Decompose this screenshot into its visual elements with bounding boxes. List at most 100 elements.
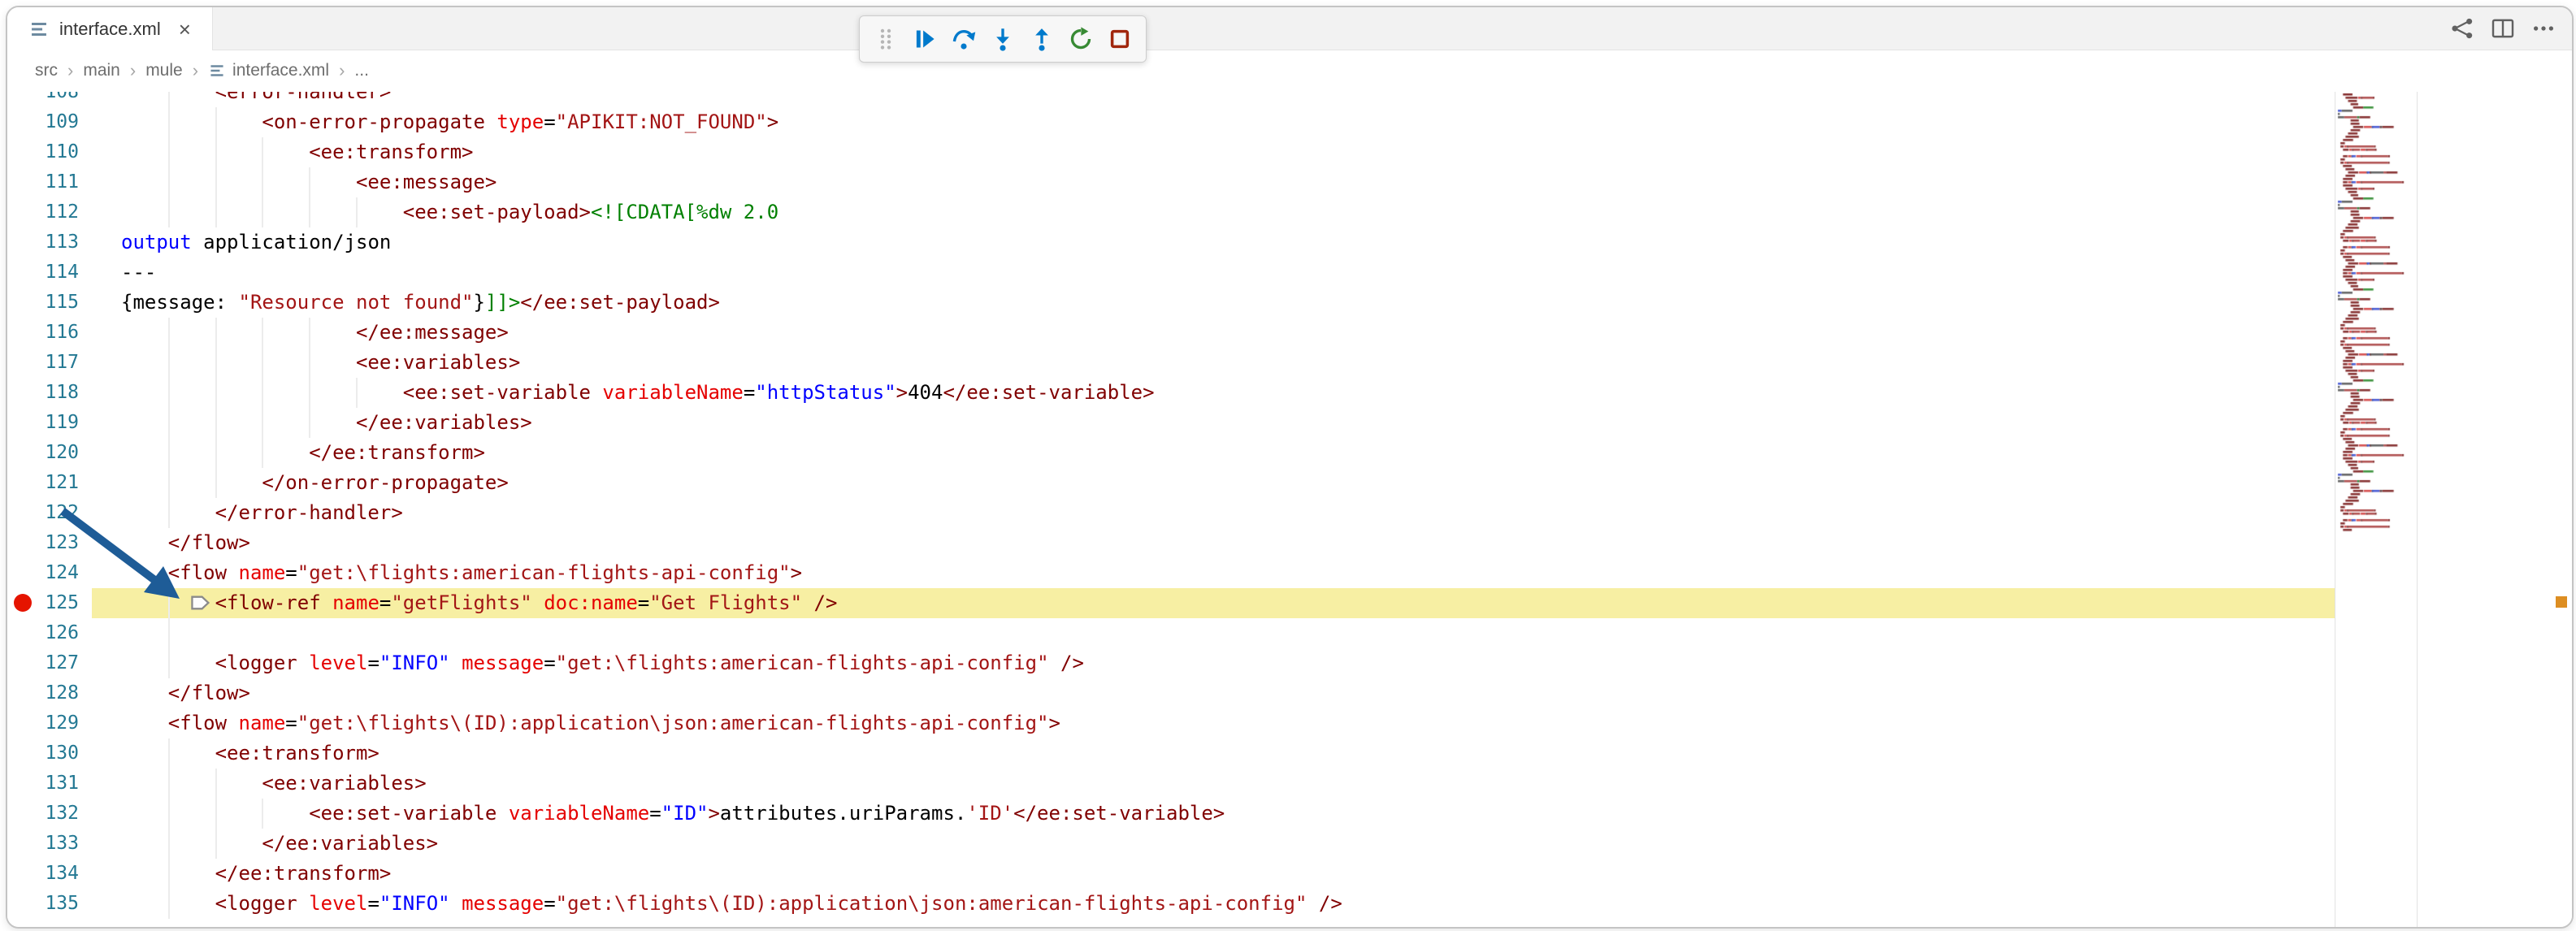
- code-line[interactable]: 129 <flow name="get:\flights\(ID):applic…: [7, 708, 2572, 738]
- line-number[interactable]: 128: [22, 678, 79, 708]
- code-text[interactable]: <ee:message>: [121, 167, 497, 197]
- breadcrumb-item-interface-xml[interactable]: interface.xml: [208, 61, 329, 80]
- code-text[interactable]: <logger level="INFO" message="get:\fligh…: [121, 648, 1084, 678]
- line-number[interactable]: 110: [22, 137, 79, 167]
- code-line[interactable]: 122 </error-handler>: [7, 498, 2572, 528]
- code-text[interactable]: output application/json: [121, 227, 391, 258]
- code-text[interactable]: <flow-ref name="getFlights" doc:name="Ge…: [121, 588, 837, 618]
- code-text[interactable]: </flow>: [121, 528, 250, 558]
- code-line[interactable]: 111 <ee:message>: [7, 167, 2572, 197]
- line-number[interactable]: 112: [22, 197, 79, 227]
- line-number[interactable]: 115: [22, 288, 79, 318]
- breadcrumb-item-src[interactable]: src: [35, 61, 58, 80]
- editor[interactable]: 108 <error-handler>109 <on-error-propaga…: [7, 92, 2572, 927]
- line-number[interactable]: 129: [22, 708, 79, 738]
- code-text[interactable]: <ee:transform>: [121, 738, 379, 769]
- code-text[interactable]: </ee:message>: [121, 318, 509, 348]
- code-line[interactable]: 114 ---: [7, 258, 2572, 288]
- code-text[interactable]: [121, 618, 215, 648]
- code-text[interactable]: <ee:transform>: [121, 137, 473, 167]
- code-line[interactable]: 123 </flow>: [7, 528, 2572, 558]
- breadcrumb-item-mule[interactable]: mule: [145, 61, 183, 80]
- code-text[interactable]: </flow>: [121, 678, 250, 708]
- code-text[interactable]: </ee:variables>: [121, 829, 438, 859]
- line-number[interactable]: 134: [22, 859, 79, 889]
- code-line[interactable]: 130 <ee:transform>: [7, 738, 2572, 769]
- toolbar-drag-gripper[interactable]: [870, 23, 902, 55]
- code-text[interactable]: ---: [121, 258, 156, 288]
- code-line[interactable]: 108 <error-handler>: [7, 92, 2572, 107]
- overview-ruler-marker[interactable]: [2556, 596, 2567, 608]
- code-text[interactable]: </ee:variables>: [121, 408, 532, 438]
- breadcrumb-item--[interactable]: ...: [354, 61, 369, 80]
- code-text[interactable]: <ee:set-payload><![CDATA[%dw 2.0: [121, 197, 778, 227]
- code-line[interactable]: 113 output application/json: [7, 227, 2572, 258]
- line-number[interactable]: 126: [22, 618, 79, 648]
- line-number[interactable]: 108: [22, 92, 79, 107]
- flow-diagram-icon[interactable]: [2450, 16, 2474, 41]
- step-out-button[interactable]: [1026, 23, 1058, 55]
- minimap-canvas[interactable]: [2336, 93, 2414, 922]
- line-number[interactable]: 125: [22, 588, 79, 618]
- code-text[interactable]: <ee:set-variable variableName="httpStatu…: [121, 378, 1155, 408]
- line-number[interactable]: 120: [22, 438, 79, 468]
- continue-button[interactable]: [909, 23, 941, 55]
- breadcrumb-item-main[interactable]: main: [83, 61, 120, 80]
- code-line[interactable]: 132 <ee:set-variable variableName="ID">a…: [7, 799, 2572, 829]
- more-actions-icon[interactable]: [2531, 16, 2556, 41]
- code-text[interactable]: <flow name="get:\flights:american-flight…: [121, 558, 802, 588]
- code-line[interactable]: 112 <ee:set-payload><![CDATA[%dw 2.0: [7, 197, 2572, 227]
- line-number[interactable]: 127: [22, 648, 79, 678]
- line-number[interactable]: 109: [22, 107, 79, 137]
- code-line[interactable]: 133 </ee:variables>: [7, 829, 2572, 859]
- line-number[interactable]: 135: [22, 889, 79, 919]
- restart-button[interactable]: [1065, 23, 1097, 55]
- code-line[interactable]: 126: [7, 618, 2572, 648]
- code-text[interactable]: <ee:variables>: [121, 348, 520, 378]
- step-into-button[interactable]: [987, 23, 1019, 55]
- code-text[interactable]: </ee:transform>: [121, 859, 391, 889]
- code-line[interactable]: 135 <logger level="INFO" message="get:\f…: [7, 889, 2572, 919]
- close-icon[interactable]: ×: [179, 19, 191, 40]
- line-number[interactable]: 124: [22, 558, 79, 588]
- code-text[interactable]: {message: "Resource not found"}]]></ee:s…: [121, 288, 720, 318]
- code-text[interactable]: <ee:variables>: [121, 769, 427, 799]
- line-number[interactable]: 117: [22, 348, 79, 378]
- code-text[interactable]: </ee:transform>: [121, 438, 485, 468]
- line-number[interactable]: 113: [22, 227, 79, 258]
- code-text[interactable]: </on-error-propagate>: [121, 468, 509, 498]
- code-line[interactable]: 125 <flow-ref name="getFlights" doc:name…: [7, 588, 2572, 618]
- code-line[interactable]: 131 <ee:variables>: [7, 769, 2572, 799]
- line-number[interactable]: 133: [22, 829, 79, 859]
- line-number[interactable]: 121: [22, 468, 79, 498]
- line-number[interactable]: 122: [22, 498, 79, 528]
- code-text[interactable]: <error-handler>: [121, 92, 391, 107]
- code-text[interactable]: <ee:set-variable variableName="ID">attri…: [121, 799, 1225, 829]
- code-line[interactable]: 110 <ee:transform>: [7, 137, 2572, 167]
- code-line[interactable]: 119 </ee:variables>: [7, 408, 2572, 438]
- code-line[interactable]: 117 <ee:variables>: [7, 348, 2572, 378]
- line-number[interactable]: 116: [22, 318, 79, 348]
- line-number[interactable]: 123: [22, 528, 79, 558]
- stop-button[interactable]: [1104, 23, 1136, 55]
- code-text[interactable]: <logger level="INFO" message="get:\fligh…: [121, 889, 1342, 919]
- code-line[interactable]: 116 </ee:message>: [7, 318, 2572, 348]
- code-line[interactable]: 134 </ee:transform>: [7, 859, 2572, 889]
- tab-interface-xml[interactable]: interface.xml ×: [7, 7, 213, 50]
- code-text[interactable]: <on-error-propagate type="APIKIT:NOT_FOU…: [121, 107, 778, 137]
- code-line[interactable]: 128 </flow>: [7, 678, 2572, 708]
- minimap[interactable]: [2335, 92, 2418, 927]
- line-number[interactable]: 132: [22, 799, 79, 829]
- line-number[interactable]: 114: [22, 258, 79, 288]
- code-line[interactable]: 121 </on-error-propagate>: [7, 468, 2572, 498]
- code-line[interactable]: 109 <on-error-propagate type="APIKIT:NOT…: [7, 107, 2572, 137]
- line-number[interactable]: 130: [22, 738, 79, 769]
- code-line[interactable]: 127 <logger level="INFO" message="get:\f…: [7, 648, 2572, 678]
- code-line[interactable]: 118 <ee:set-variable variableName="httpS…: [7, 378, 2572, 408]
- line-number[interactable]: 118: [22, 378, 79, 408]
- code-line[interactable]: 115 {message: "Resource not found"}]]></e…: [7, 288, 2572, 318]
- code-line[interactable]: 124 <flow name="get:\flights:american-fl…: [7, 558, 2572, 588]
- code-text[interactable]: <flow name="get:\flights\(ID):applicatio…: [121, 708, 1060, 738]
- line-number[interactable]: 111: [22, 167, 79, 197]
- code-text[interactable]: </error-handler>: [121, 498, 403, 528]
